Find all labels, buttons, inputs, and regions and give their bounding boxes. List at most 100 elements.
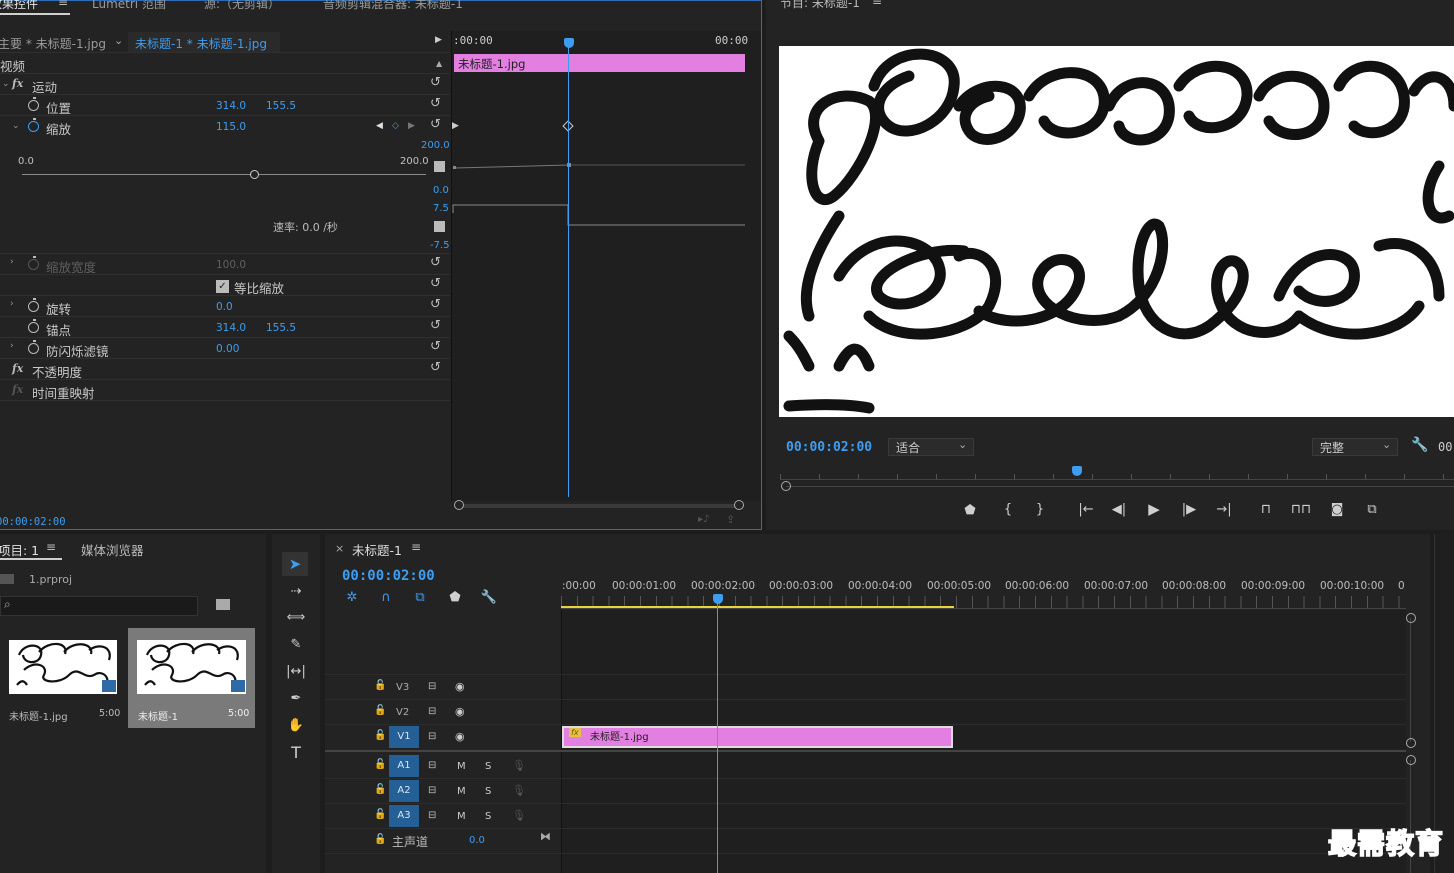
slip-tool-icon[interactable]: |↔| — [286, 664, 306, 680]
eye-icon[interactable]: ◉ — [455, 680, 465, 693]
mic-icon[interactable]: 🎙 — [512, 809, 526, 822]
program-timecode[interactable]: 00:00:02:00 — [786, 440, 872, 455]
sync-lock-icon[interactable]: ⊟ — [428, 760, 436, 771]
lock-icon[interactable]: 🔓 — [374, 809, 386, 820]
program-scroll-handle[interactable] — [781, 481, 791, 491]
fx-icon[interactable]: fx — [12, 362, 23, 375]
eye-icon[interactable]: ◉ — [455, 705, 465, 718]
audio-filter-icon[interactable]: ▸♪ — [698, 514, 709, 525]
reset-icon[interactable]: ↺ — [430, 319, 444, 333]
reset-icon[interactable]: ↺ — [430, 277, 444, 291]
menu-icon[interactable]: ≡ — [411, 540, 421, 554]
kf-playhead-handle[interactable] — [564, 38, 574, 48]
tab-lumetri-scopes[interactable]: Lumetri 范围 — [92, 0, 166, 12]
video-vscroll-handle-bottom[interactable] — [1406, 738, 1416, 748]
mic-icon[interactable]: 🎙 — [512, 759, 526, 772]
type-tool-icon[interactable]: T — [286, 745, 306, 761]
velocity-fit-icon[interactable] — [434, 221, 445, 232]
razor-tool-icon[interactable]: ✎ — [286, 637, 306, 653]
play-icon[interactable]: ▶ — [1146, 501, 1162, 517]
step-back-icon[interactable]: ◀| — [1111, 502, 1127, 518]
sequence-clip-label[interactable]: 未标题-1 * 未标题-1.jpg — [135, 35, 267, 52]
video-vscroll-handle-top[interactable] — [1406, 613, 1416, 623]
stopwatch-active-icon[interactable] — [28, 118, 39, 132]
program-playhead[interactable] — [1072, 466, 1082, 476]
sync-lock-icon[interactable]: ⊟ — [428, 706, 436, 717]
snap-icon[interactable]: ∩ — [377, 590, 395, 606]
track-select-tool-icon[interactable]: ⇢ — [286, 584, 306, 600]
reset-icon[interactable]: ↺ — [430, 256, 444, 270]
timeline-title[interactable]: 未标题-1 — [352, 540, 402, 559]
solo-button[interactable]: S — [485, 761, 491, 772]
scale-value[interactable]: 115.0 — [216, 121, 246, 133]
stopwatch-icon[interactable] — [28, 319, 39, 333]
timeline-playhead-handle[interactable] — [713, 594, 723, 604]
lock-icon[interactable]: 🔓 — [374, 730, 386, 741]
mute-button[interactable]: M — [457, 811, 466, 822]
reset-icon[interactable]: ↺ — [430, 118, 444, 132]
kf-zoom-scrollbar[interactable] — [458, 504, 740, 508]
keyframe-area[interactable] — [451, 31, 761, 501]
search-input[interactable] — [0, 596, 198, 616]
scale-slider-handle[interactable] — [250, 170, 259, 179]
collapse-up-icon[interactable]: ▲ — [436, 59, 442, 68]
program-mini-ruler[interactable] — [780, 466, 1454, 480]
step-forward-icon[interactable]: |▶ — [1181, 502, 1197, 518]
sync-lock-icon[interactable]: ⊟ — [428, 681, 436, 692]
track-target-a1[interactable]: A1 — [389, 755, 419, 777]
go-to-out-icon[interactable]: →| — [1214, 502, 1234, 518]
track-label-v3[interactable]: V3 — [396, 682, 409, 693]
twirl-closed-icon[interactable]: › — [10, 341, 14, 351]
stopwatch-icon[interactable] — [28, 340, 39, 354]
twirl-open-icon[interactable]: ⌄ — [2, 79, 10, 89]
next-keyframe-icon[interactable]: ▶ — [408, 121, 415, 131]
mark-out-icon[interactable]: } — [1032, 502, 1048, 518]
video-vscroll-track[interactable] — [1410, 618, 1411, 742]
reset-icon[interactable]: ↺ — [430, 340, 444, 354]
mute-button[interactable]: M — [457, 786, 466, 797]
tab-media-browser[interactable]: 媒体浏览器 — [81, 540, 144, 559]
track-target-a3[interactable]: A3 — [389, 805, 419, 827]
camera-icon[interactable]: ◙ — [1328, 502, 1346, 518]
timeline-timecode[interactable]: 00:00:02:00 — [342, 568, 435, 584]
track-target-v1[interactable]: V1 — [389, 726, 419, 748]
reset-icon[interactable]: ↺ — [430, 298, 444, 312]
fx-icon[interactable]: fx — [12, 77, 23, 90]
track-label-v2[interactable]: V2 — [396, 707, 409, 718]
extract-icon[interactable]: ⊓⊓ — [1290, 502, 1312, 518]
tab-effect-controls[interactable]: 效果控件 — [0, 0, 38, 12]
reset-icon[interactable]: ↺ — [430, 97, 444, 111]
master-pan-icon[interactable]: ⧓ — [540, 830, 551, 843]
flicker-value[interactable]: 0.00 — [216, 343, 239, 355]
anchor-y-value[interactable]: 155.5 — [266, 322, 296, 334]
stopwatch-icon[interactable] — [28, 298, 39, 312]
rotation-value[interactable]: 0.0 — [216, 301, 233, 313]
menu-icon[interactable]: ≡ — [46, 540, 56, 554]
expand-right-icon[interactable]: ▶ — [435, 35, 442, 45]
twirl-open-icon[interactable]: ⌄ — [12, 121, 20, 131]
marker-icon[interactable]: ⬟ — [962, 503, 978, 519]
kf-expand-icon[interactable]: ▶ — [452, 121, 459, 131]
program-scroll-track[interactable] — [786, 486, 1454, 487]
solo-button[interactable]: S — [485, 811, 491, 822]
mute-button[interactable]: M — [457, 761, 466, 772]
solo-button[interactable]: S — [485, 786, 491, 797]
sync-lock-icon[interactable]: ⊟ — [428, 785, 436, 796]
scale-slider-track[interactable] — [22, 174, 426, 175]
graph-fit-icon[interactable] — [434, 161, 445, 172]
position-x-value[interactable]: 314.0 — [216, 100, 246, 112]
lift-icon[interactable]: ⊓ — [1256, 502, 1276, 518]
sync-lock-icon[interactable]: ⊟ — [428, 731, 436, 742]
lock-icon[interactable]: 🔓 — [374, 680, 386, 691]
reset-icon[interactable]: ↺ — [430, 76, 444, 90]
kf-zoom-handle-right[interactable] — [734, 500, 744, 510]
export-icon[interactable]: ⇪ — [726, 513, 735, 526]
eye-icon[interactable]: ◉ — [455, 730, 465, 743]
reset-icon[interactable]: ↺ — [430, 361, 444, 375]
audio-vscroll-handle-top[interactable] — [1406, 755, 1416, 765]
tab-source[interactable]: 源:（无剪辑） — [204, 0, 280, 12]
mark-in-icon[interactable]: { — [1000, 502, 1016, 518]
lock-icon[interactable]: 🔓 — [374, 834, 386, 845]
anchor-x-value[interactable]: 314.0 — [216, 322, 246, 334]
compare-view-icon[interactable]: ⧉ — [1362, 502, 1382, 518]
